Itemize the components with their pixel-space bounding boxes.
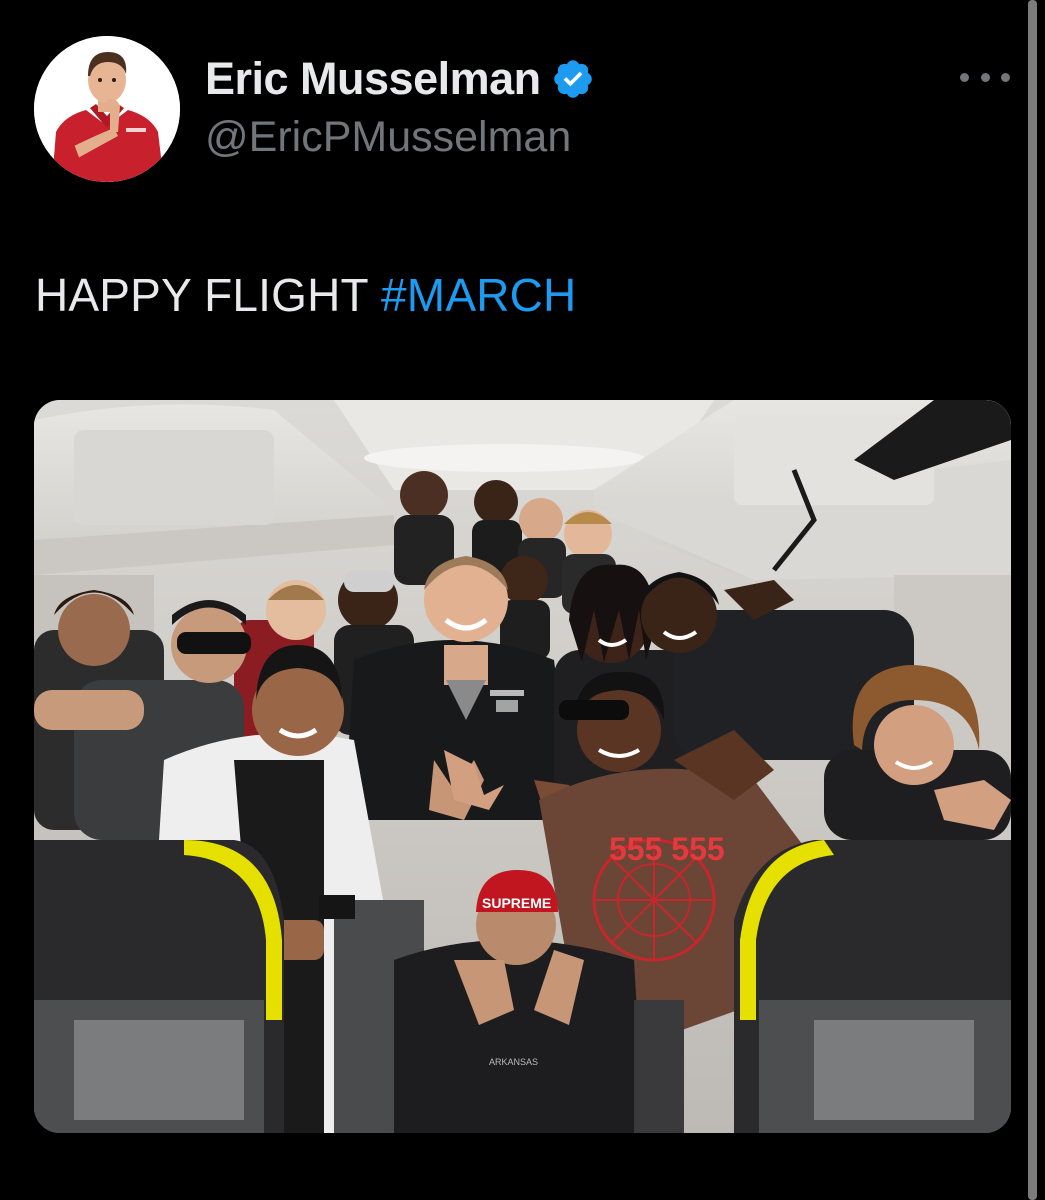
author-handle[interactable]: @EricPMusselman — [205, 113, 571, 162]
author-name-row: Eric Musselman — [205, 52, 595, 106]
author-avatar[interactable] — [34, 36, 180, 182]
cartoon-coach-avatar-icon — [34, 36, 180, 182]
more-dot — [1001, 72, 1010, 82]
tweet-text: HAPPY FLIGHT #MARCH — [35, 268, 576, 322]
hashtag-link[interactable]: #MARCH — [381, 269, 576, 321]
more-dot — [980, 72, 990, 82]
team-photo-airplane-cabin-icon: 555 555 SUPREME ARKANSAS — [34, 400, 1011, 1133]
cap-logo-text: SUPREME — [482, 895, 551, 911]
tweet-photo[interactable]: 555 555 SUPREME ARKANSAS — [34, 400, 1011, 1133]
more-dot — [960, 72, 969, 82]
more-options-icon[interactable] — [960, 62, 1010, 92]
verified-badge-icon — [551, 57, 595, 101]
jacket-print-text: ARKANSAS — [489, 1057, 538, 1067]
hoodie-print-text: 555 555 — [609, 831, 725, 867]
tweet-card: Eric Musselman @EricPMusselman HAPPY FLI… — [0, 0, 1045, 1200]
author-display-name[interactable]: Eric Musselman — [205, 53, 541, 105]
tweet-body: HAPPY FLIGHT — [35, 269, 369, 321]
scrollbar[interactable] — [1028, 0, 1037, 1200]
